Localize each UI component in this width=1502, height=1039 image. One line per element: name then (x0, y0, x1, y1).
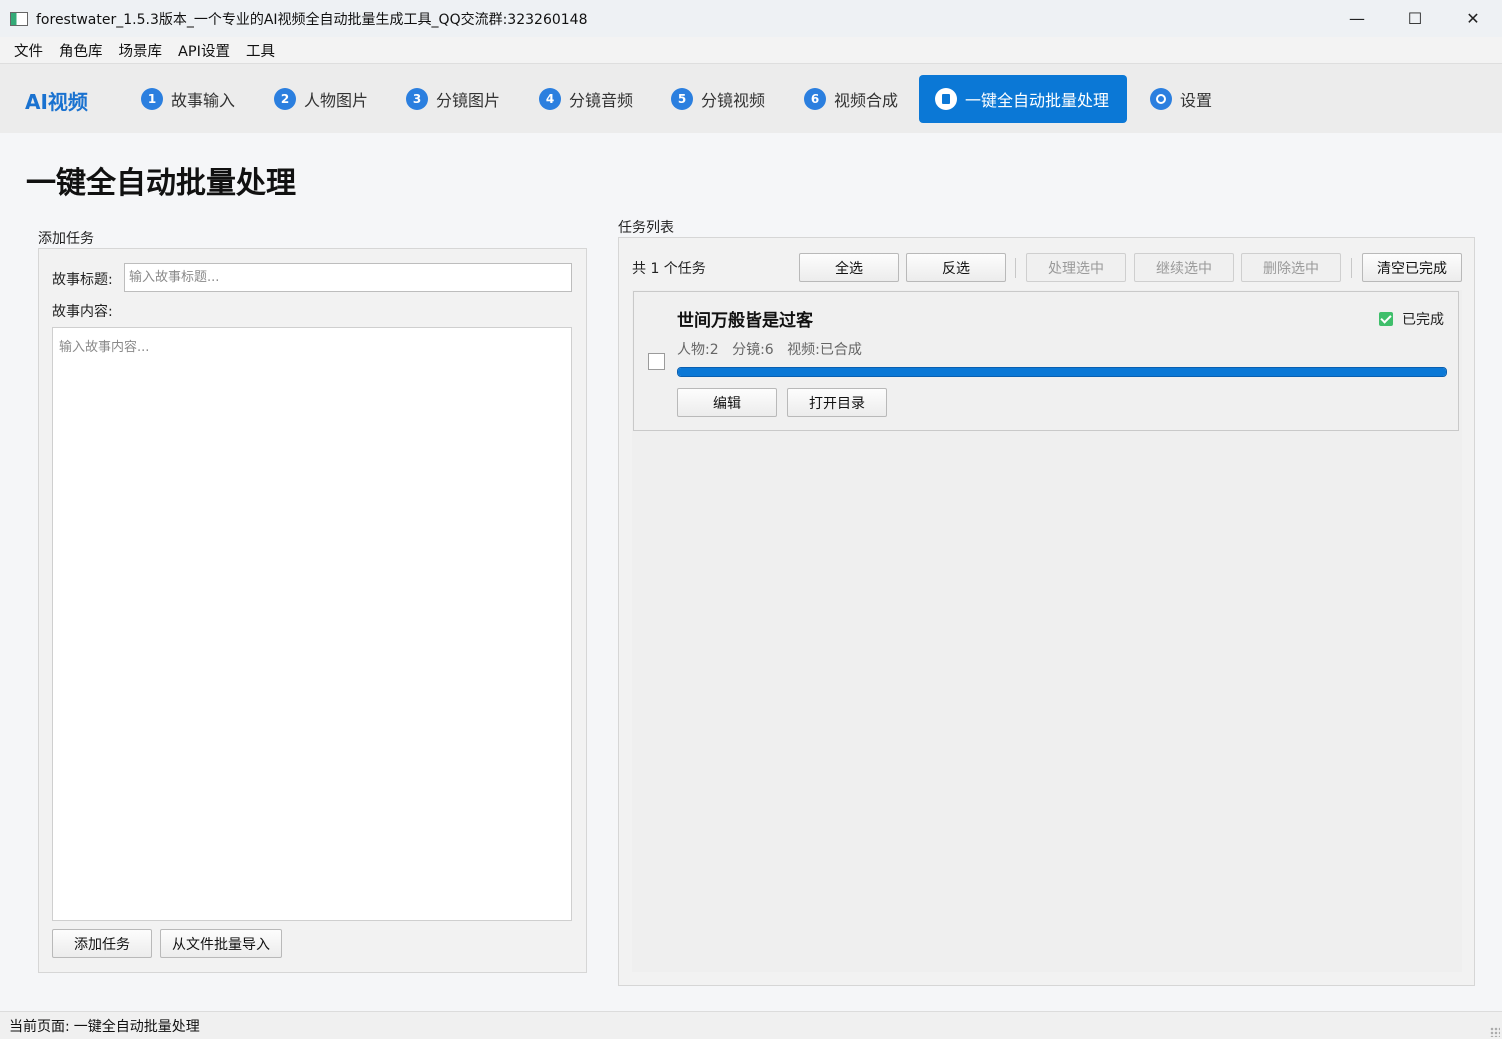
minimize-button[interactable]: — (1328, 0, 1386, 37)
continue-selected-button[interactable]: 继续选中 (1134, 253, 1234, 282)
tab-settings[interactable]: 设置 (1134, 75, 1228, 123)
resize-grip[interactable] (1490, 1027, 1500, 1037)
menu-api-settings[interactable]: API设置 (170, 40, 238, 61)
step-2-icon: 2 (274, 88, 296, 110)
add-task-panel: 故事标题: 故事内容: 添加任务 从文件批量导入 (38, 248, 587, 973)
select-all-button[interactable]: 全选 (799, 253, 899, 282)
task-list: 世间万般皆是过客 已完成 人物:2 分镜:6 视频:已合成 编辑 打开目录 (632, 290, 1462, 972)
maximize-button[interactable]: ☐ (1386, 0, 1444, 37)
window-title: forestwater_1.5.3版本_一个专业的AI视频全自动批量生成工具_Q… (36, 11, 588, 28)
nav-bar: AI视频 1 故事输入 2 人物图片 3 分镜图片 4 分镜音频 5 分镜视频 … (0, 63, 1502, 133)
add-task-group-title: 添加任务 (38, 231, 94, 247)
tab-character-images[interactable]: 2 人物图片 (258, 75, 384, 123)
task-count: 共 1 个任务 (632, 261, 706, 277)
title-bar: forestwater_1.5.3版本_一个专业的AI视频全自动批量生成工具_Q… (0, 0, 1502, 37)
add-task-button[interactable]: 添加任务 (52, 929, 152, 958)
story-title-label: 故事标题: (52, 272, 113, 288)
task-status-label: 已完成 (1402, 312, 1444, 328)
app-icon (10, 11, 28, 26)
task-select-checkbox[interactable] (648, 353, 665, 370)
process-selected-button[interactable]: 处理选中 (1026, 253, 1126, 282)
toolbar-separator (1351, 258, 1352, 278)
open-directory-button[interactable]: 打开目录 (787, 388, 887, 417)
tab-label: 人物图片 (304, 91, 369, 110)
status-bar-value: 一键全自动批量处理 (73, 1018, 200, 1035)
page-title: 一键全自动批量处理 (26, 166, 296, 201)
check-icon (1379, 312, 1393, 326)
step-5-icon: 5 (671, 88, 693, 110)
tab-batch-process[interactable]: 一键全自动批量处理 (919, 75, 1127, 123)
gear-icon (1150, 88, 1172, 110)
menu-scene-library[interactable]: 场景库 (111, 40, 171, 61)
task-progress-bar (677, 367, 1447, 377)
toolbar-separator (1015, 258, 1016, 278)
tab-shot-video[interactable]: 5 分镜视频 (655, 75, 781, 123)
step-6-icon: 6 (804, 88, 826, 110)
task-title: 世间万般皆是过客 (677, 311, 813, 331)
tab-story-input[interactable]: 1 故事输入 (125, 75, 251, 123)
tab-label: 分镜图片 (436, 91, 501, 110)
tab-label: 分镜视频 (701, 91, 766, 110)
task-card: 世间万般皆是过客 已完成 人物:2 分镜:6 视频:已合成 编辑 打开目录 (633, 291, 1459, 431)
batch-import-button[interactable]: 从文件批量导入 (160, 929, 282, 958)
brand-logo: AI视频 (25, 90, 88, 114)
step-3-icon: 3 (406, 88, 428, 110)
delete-selected-button[interactable]: 删除选中 (1241, 253, 1341, 282)
menu-character-library[interactable]: 角色库 (51, 40, 111, 61)
task-progress-fill (678, 368, 1446, 376)
task-meta: 人物:2 分镜:6 视频:已合成 (677, 339, 871, 359)
task-status: 已完成 (1379, 309, 1444, 329)
story-content-input[interactable] (52, 327, 572, 921)
document-icon (935, 88, 957, 110)
tab-shot-audio[interactable]: 4 分镜音频 (523, 75, 649, 123)
tab-label: 分镜音频 (569, 91, 634, 110)
menu-bar: 文件 角色库 场景库 API设置 工具 (0, 37, 1502, 63)
menu-tools[interactable]: 工具 (238, 40, 283, 61)
tab-label: 视频合成 (834, 91, 899, 110)
invert-selection-button[interactable]: 反选 (906, 253, 1006, 282)
task-characters: 人物:2 (677, 342, 719, 358)
edit-task-button[interactable]: 编辑 (677, 388, 777, 417)
clear-completed-button[interactable]: 清空已完成 (1362, 253, 1462, 282)
task-list-panel: 共 1 个任务 全选 反选 处理选中 继续选中 删除选中 清空已完成 世间万般皆… (618, 237, 1475, 986)
tab-label: 设置 (1180, 91, 1213, 110)
task-video-status: 视频:已合成 (787, 342, 862, 358)
status-bar: 当前页面: 一键全自动批量处理 (0, 1011, 1502, 1039)
tab-video-compose[interactable]: 6 视频合成 (788, 75, 914, 123)
tab-label: 故事输入 (171, 91, 236, 110)
close-button[interactable]: ✕ (1444, 0, 1502, 37)
tab-shot-images[interactable]: 3 分镜图片 (390, 75, 516, 123)
status-bar-label: 当前页面: (9, 1018, 70, 1035)
step-1-icon: 1 (141, 88, 163, 110)
task-list-group-title: 任务列表 (618, 220, 674, 236)
story-title-input[interactable] (124, 263, 572, 292)
menu-file[interactable]: 文件 (6, 40, 51, 61)
task-shots: 分镜:6 (732, 342, 774, 358)
window-controls: — ☐ ✕ (1328, 0, 1502, 37)
step-4-icon: 4 (539, 88, 561, 110)
story-content-label: 故事内容: (52, 304, 113, 320)
tab-label: 一键全自动批量处理 (965, 91, 1110, 110)
